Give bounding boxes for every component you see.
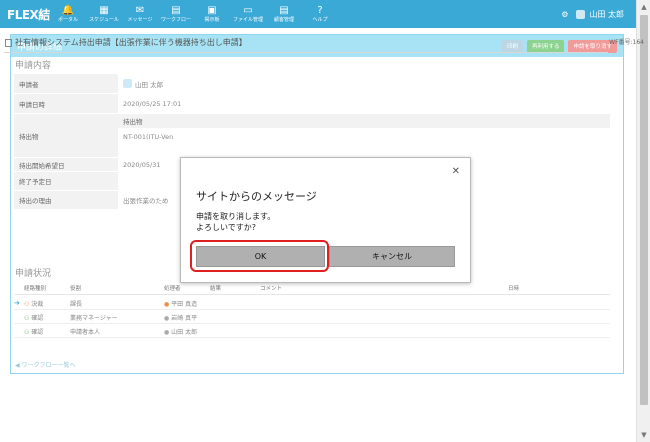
section-title-status: 申請状況: [15, 269, 52, 279]
settings-gear-icon[interactable]: ⚙: [561, 10, 568, 19]
wf-number: WF番号:164: [609, 39, 644, 46]
row-applicant: 申請者 山田 太郎: [14, 74, 610, 94]
help-icon: ?: [317, 4, 323, 16]
cancel-request-label: 申請を取り消す: [573, 44, 612, 50]
mail-icon: ✉: [135, 4, 145, 16]
nav-item-customers[interactable]: ▤ 顧客管理: [266, 0, 302, 28]
applicant-value: 山田 太郎: [118, 74, 610, 93]
nav-right: ⚙ 山田 太郎: [561, 9, 636, 20]
customer-icon: ▤: [279, 4, 289, 16]
header-buttons: 印刷 再利用する 申請を取り消す: [501, 39, 617, 53]
status-header: 経路種別 役割 処理者 結果 コメント 日時: [14, 284, 610, 295]
nav-item-bulletin[interactable]: ▣ 掲示板: [194, 0, 230, 28]
person-icon: [123, 79, 132, 88]
status-row: ⚇ 確認 申請者本人 ● 山田 太郎: [14, 325, 610, 338]
calendar-icon: ▦: [99, 4, 109, 16]
nav-item-help[interactable]: ? ヘルプ: [302, 0, 338, 28]
document-title: 社有情報システム持出申請【出張作業に伴う機器持ち出し申請】: [5, 37, 247, 48]
reuse-button[interactable]: 再利用する: [526, 39, 565, 53]
close-icon[interactable]: ✕: [452, 166, 460, 177]
user-menu[interactable]: 山田 太郎: [576, 9, 624, 20]
app-logo[interactable]: FLEX結: [0, 6, 50, 23]
nav-item-portal[interactable]: 🔔 ポータル: [50, 0, 86, 28]
row-item: 持出物 持出物 NT-001(ITU-Ven: [14, 114, 610, 158]
current-step-arrow-icon: ➔: [14, 299, 20, 307]
dialog-message: 申請を取り消します。 よろしいですか?: [196, 212, 276, 232]
divider: [4, 52, 608, 53]
nav-items: 🔔 ポータル ▦ スケジュール ✉ メッセージ ▤ ワークフロー ▣ 掲示板 ▭ ファイル管…: [50, 0, 338, 28]
top-nav: FLEX結 🔔 ポータル ▦ スケジュール ✉ メッセージ ▤ ワークフロー ▣ 掲示板 …: [0, 0, 636, 28]
ok-highlight-annotation: [190, 240, 329, 272]
bell-icon: 🔔: [61, 4, 75, 16]
row-date: 申請日時 2020/05/25 17:01: [14, 94, 610, 114]
status-row: ⚇ 確認 業務マネージャー ● 岩崎 真平: [14, 311, 610, 324]
scroll-up-arrow-icon[interactable]: ▲: [637, 0, 650, 14]
nav-item-message[interactable]: ✉ メッセージ: [122, 0, 158, 28]
nav-item-files[interactable]: ▭ ファイル管理: [230, 0, 266, 28]
user-avatar-icon: [576, 9, 586, 19]
folder-icon: ▭: [243, 4, 253, 16]
print-button[interactable]: 印刷: [501, 39, 523, 53]
scroll-down-arrow-icon[interactable]: ▼: [637, 428, 650, 442]
user-name: 山田 太郎: [589, 9, 624, 19]
status-row: ➔ ⚇ 決裁 課長 ● 平田 真造: [14, 297, 610, 310]
vertical-scrollbar[interactable]: ▲ ▼: [636, 0, 650, 442]
cancel-button[interactable]: キャンセル: [329, 246, 455, 267]
reuse-label: 再利用する: [531, 44, 560, 50]
document-icon: [5, 38, 12, 47]
workflow-list-link[interactable]: ◀ ワークフロー一覧へ: [15, 360, 76, 369]
board-icon: ▣: [207, 4, 217, 16]
nav-item-schedule[interactable]: ▦ スケジュール: [86, 0, 122, 28]
scrollbar-thumb[interactable]: [640, 15, 648, 405]
nav-item-workflow[interactable]: ▤ ワークフロー: [158, 0, 194, 28]
section-title-content: 申請内容: [15, 61, 52, 71]
dialog-title: サイトからのメッセージ: [196, 190, 317, 203]
workflow-icon: ▤: [171, 4, 181, 16]
